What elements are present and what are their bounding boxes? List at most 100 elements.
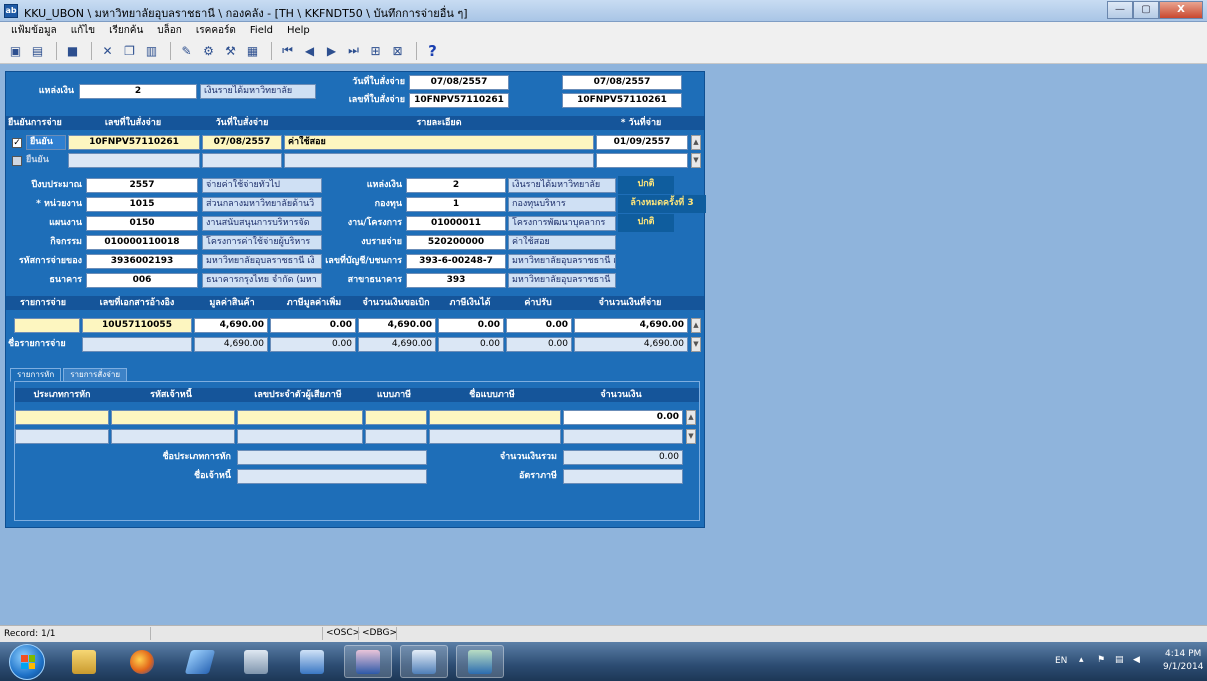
unit-field[interactable]: 1015 <box>86 197 198 212</box>
detail-cell-1[interactable]: ค่าใช้สอย <box>284 135 594 150</box>
floppy-icon[interactable]: ■ <box>63 41 82 60</box>
first-record-icon[interactable]: ⏮ <box>278 41 297 60</box>
order-date-cell-2[interactable] <box>202 153 282 168</box>
clock-date[interactable]: 9/1/2014 <box>1163 662 1203 672</box>
fiscal-year-field[interactable]: 2557 <box>86 178 198 193</box>
language-indicator[interactable]: EN <box>1055 656 1067 666</box>
order-no-cell-2[interactable] <box>68 153 200 168</box>
tax-form-cell-2[interactable] <box>365 429 427 444</box>
tax-form-name-cell-2[interactable] <box>429 429 561 444</box>
order-date-to-field[interactable]: 07/08/2557 <box>562 75 682 90</box>
creditor-cell-2[interactable] <box>111 429 235 444</box>
ref-doc-cell[interactable]: 10U57110055 <box>82 318 192 333</box>
amount-cell-2[interactable] <box>563 429 683 444</box>
order-no-to-field[interactable]: 10FNPV57110261 <box>562 93 682 108</box>
taskbar-calculator[interactable] <box>232 645 280 678</box>
calculator-icon <box>244 649 268 674</box>
bank-field[interactable]: 006 <box>86 273 198 288</box>
execute-query-icon[interactable]: ⚒ <box>221 41 240 60</box>
order-no-cell-1[interactable]: 10FNPV57110261 <box>68 135 200 150</box>
vat-cell[interactable]: 0.00 <box>270 318 356 333</box>
amount-cell[interactable]: 0.00 <box>563 410 683 425</box>
deductions-scroll-up[interactable]: ▲ <box>686 410 696 425</box>
save-icon[interactable]: ▣ <box>6 41 25 60</box>
detail-cell-2[interactable] <box>284 153 594 168</box>
confirm-checkbox-2[interactable] <box>12 156 22 166</box>
enter-query-icon[interactable]: ⚙ <box>199 41 218 60</box>
grid-scroll-down[interactable]: ▼ <box>691 153 701 168</box>
order-date-cell-1[interactable]: 07/08/2557 <box>202 135 282 150</box>
previous-record-icon[interactable]: ◀ <box>300 41 319 60</box>
menu-field[interactable]: Field <box>243 25 280 36</box>
minimize-button[interactable]: — <box>1107 1 1133 19</box>
network-icon[interactable]: ▤ <box>1115 655 1124 665</box>
deductions-scroll-down[interactable]: ▼ <box>686 429 696 444</box>
amounts-scroll-up[interactable]: ▲ <box>691 318 701 333</box>
print-preview-icon[interactable]: ▤ <box>28 41 47 60</box>
order-date-from-field[interactable]: 07/08/2557 <box>409 75 509 90</box>
account-field[interactable]: 393-6-00248-7 <box>406 254 506 269</box>
confirm-checkbox-1[interactable]: ✓ <box>12 138 22 148</box>
pay-date-cell-2[interactable] <box>596 153 688 168</box>
query-icon[interactable]: ✎ <box>177 41 196 60</box>
detail-source-field[interactable]: 2 <box>406 178 506 193</box>
insert-record-icon[interactable]: ⊞ <box>366 41 385 60</box>
delete-record-icon[interactable]: ⊠ <box>388 41 407 60</box>
item-cell[interactable] <box>14 318 80 333</box>
clock-time[interactable]: 4:14 PM <box>1165 649 1201 659</box>
taskbar-app-5[interactable] <box>288 645 336 678</box>
show-hidden-icons[interactable]: ▴ <box>1079 655 1084 665</box>
total-cell[interactable]: 4,690.00 <box>358 318 436 333</box>
next-record-icon[interactable]: ▶ <box>322 41 341 60</box>
maximize-button[interactable]: ▢ <box>1133 1 1159 19</box>
menu-edit[interactable]: แก้ไข <box>64 23 102 38</box>
flag-icon[interactable]: ⚑ <box>1097 655 1105 665</box>
cancel-query-icon[interactable]: ▦ <box>243 41 262 60</box>
net-cell[interactable]: 4,690.00 <box>574 318 688 333</box>
col-taxid: เลขประจำตัวผู้เสียภาษี <box>254 390 342 400</box>
fund-field[interactable]: 1 <box>406 197 506 212</box>
expense-field[interactable]: 520200000 <box>406 235 506 250</box>
plan-field[interactable]: 0150 <box>86 216 198 231</box>
taskbar-app-7[interactable] <box>400 645 448 678</box>
menu-file[interactable]: แฟ้มข้อมูล <box>4 23 64 38</box>
menu-query[interactable]: เรียกค้น <box>102 23 150 38</box>
help-button[interactable]: ? <box>423 41 442 60</box>
tab-deductions[interactable]: รายการหัก <box>10 368 62 382</box>
tab-payment-orders[interactable]: รายการสั่งจ่าย <box>63 368 127 382</box>
taxid-cell[interactable] <box>237 410 363 425</box>
branch-field[interactable]: 393 <box>406 273 506 288</box>
amounts-scroll-down[interactable]: ▼ <box>691 337 701 352</box>
taskbar-explorer[interactable] <box>60 645 108 678</box>
copy-icon[interactable]: ❐ <box>120 41 139 60</box>
deduction-type-cell[interactable] <box>15 410 109 425</box>
volume-icon[interactable]: ◀ <box>1133 655 1140 665</box>
deduction-type-cell-2[interactable] <box>15 429 109 444</box>
tax-form-name-cell[interactable] <box>429 410 561 425</box>
cut-icon[interactable]: ✕ <box>98 41 117 60</box>
menu-help[interactable]: Help <box>280 25 317 36</box>
start-button[interactable] <box>9 644 45 680</box>
taskbar-oracle-forms[interactable] <box>456 645 504 678</box>
menu-block[interactable]: บล็อก <box>150 23 189 38</box>
grid-scroll-up[interactable]: ▲ <box>691 135 701 150</box>
fine-cell[interactable]: 0.00 <box>506 318 572 333</box>
taxid-cell-2[interactable] <box>237 429 363 444</box>
paste-icon[interactable]: ▥ <box>142 41 161 60</box>
close-button[interactable]: X <box>1159 1 1203 19</box>
payee-field[interactable]: 3936002193 <box>86 254 198 269</box>
last-record-icon[interactable]: ⏭ <box>344 41 363 60</box>
taskbar-firefox[interactable] <box>118 645 166 678</box>
activity-field[interactable]: 010000110018 <box>86 235 198 250</box>
menu-record[interactable]: เรคคอร์ด <box>189 23 243 38</box>
taskbar-app-3[interactable] <box>176 645 224 678</box>
pay-date-cell-1[interactable]: 01/09/2557 <box>596 135 688 150</box>
order-no-from-field[interactable]: 10FNPV57110261 <box>409 93 509 108</box>
taskbar-app-6[interactable] <box>344 645 392 678</box>
creditor-cell[interactable] <box>111 410 235 425</box>
value-cell[interactable]: 4,690.00 <box>194 318 268 333</box>
wht-cell[interactable]: 0.00 <box>438 318 504 333</box>
project-field[interactable]: 01000011 <box>406 216 506 231</box>
tax-form-cell[interactable] <box>365 410 427 425</box>
source-field[interactable]: 2 <box>79 84 197 99</box>
